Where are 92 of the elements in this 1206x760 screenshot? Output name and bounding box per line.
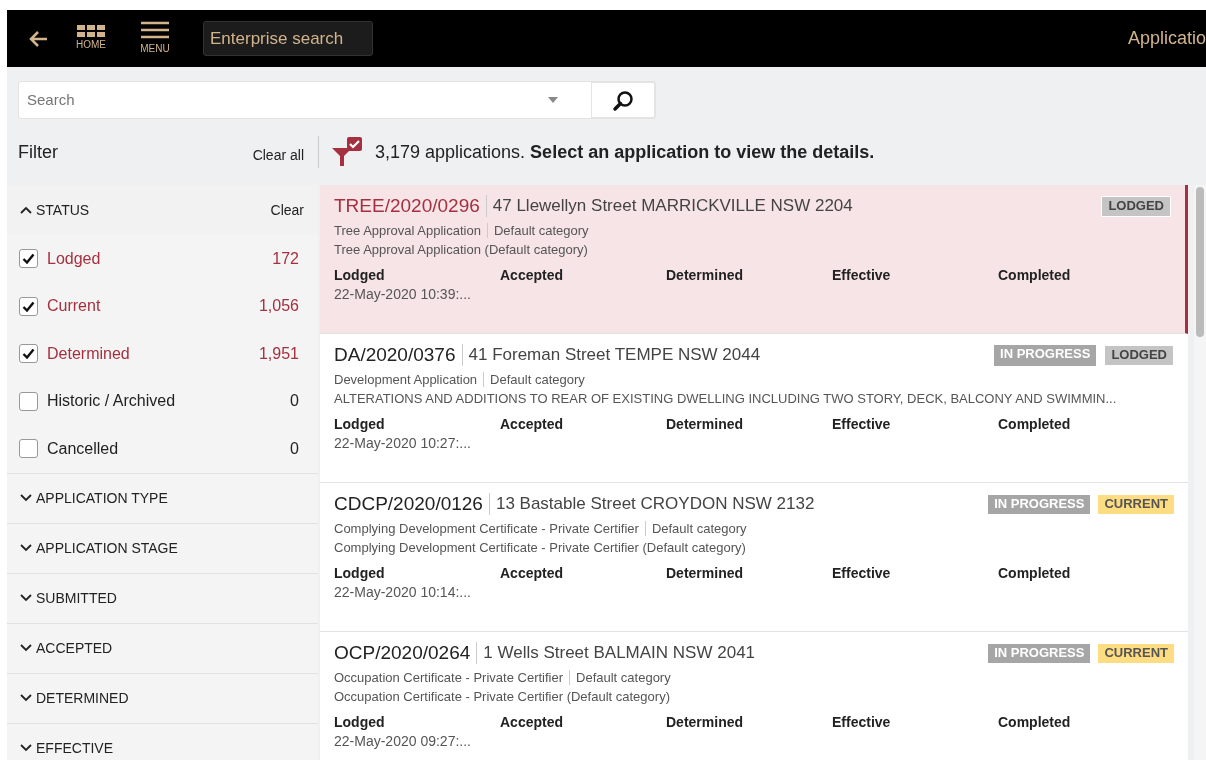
date-value: 22-May-2020 10:39:... bbox=[334, 284, 472, 303]
date-value: 22-May-2020 09:27:... bbox=[334, 731, 472, 750]
filter-group-header[interactable]: EFFECTIVE bbox=[19, 737, 113, 759]
date-label: Accepted bbox=[500, 564, 565, 583]
menu-icon bbox=[141, 21, 169, 41]
date-label: Lodged bbox=[334, 415, 386, 434]
application-id: TREE/2020/0296 bbox=[334, 194, 480, 218]
filter-group-header[interactable]: ACCEPTED bbox=[19, 637, 113, 659]
option-count: 0 bbox=[290, 438, 299, 459]
date-label: Determined bbox=[666, 713, 745, 732]
option-count: 0 bbox=[290, 391, 299, 412]
checkbox-label[interactable]: Current bbox=[47, 294, 101, 319]
checkbox-label[interactable]: Lodged bbox=[47, 246, 101, 271]
date-label: Completed bbox=[998, 266, 1072, 285]
date-label: Completed bbox=[998, 564, 1072, 583]
application-category: Default category bbox=[483, 371, 585, 387]
filter-title: Filter bbox=[18, 140, 58, 164]
application-id: OCP/2020/0264 bbox=[334, 641, 471, 665]
option-count: 1,951 bbox=[258, 343, 299, 364]
scrollbar[interactable] bbox=[1194, 185, 1206, 760]
date-label: Effective bbox=[832, 713, 892, 732]
results-summary: 3,179 applications. Select an application to view the details. bbox=[375, 140, 875, 164]
application-type: Occupation Certificate - Private Certifier bbox=[334, 669, 564, 685]
filter-group-header[interactable]: APPLICATION TYPE bbox=[19, 487, 168, 509]
home-button[interactable]: HOME bbox=[59, 25, 123, 52]
status-tag: CURRENT bbox=[1098, 494, 1174, 514]
checkbox[interactable] bbox=[19, 296, 38, 316]
date-label: Lodged bbox=[334, 564, 386, 583]
search-button[interactable] bbox=[591, 82, 655, 118]
application-description: Complying Development Certificate - Private Certifier (Default category) bbox=[334, 539, 747, 557]
filter-group-header[interactable]: DETERMINED bbox=[19, 687, 129, 709]
search-icon bbox=[612, 89, 634, 112]
application-address: 1 Wells Street BALMAIN NSW 2041 bbox=[476, 642, 756, 665]
search-bar[interactable]: Search bbox=[18, 81, 656, 119]
checkbox-label[interactable]: Cancelled bbox=[47, 436, 119, 461]
checkbox[interactable] bbox=[19, 344, 38, 364]
back-arrow-icon bbox=[29, 29, 49, 48]
page-title: Applicatio bbox=[1127, 27, 1206, 50]
date-label: Effective bbox=[832, 564, 892, 583]
date-label: Lodged bbox=[334, 713, 386, 732]
clear-all-link[interactable]: Clear all bbox=[252, 144, 304, 166]
application-description: Tree Approval Application (Default category) bbox=[334, 241, 589, 259]
checkbox[interactable] bbox=[19, 391, 38, 411]
application-id: DA/2020/0376 bbox=[334, 343, 456, 367]
checkbox-label[interactable]: Determined bbox=[47, 341, 130, 366]
date-label: Effective bbox=[832, 415, 892, 434]
checkbox-label[interactable]: Historic / Archived bbox=[47, 389, 176, 414]
date-label: Accepted bbox=[500, 713, 565, 732]
date-label: Determined bbox=[666, 266, 745, 285]
menu-button[interactable]: MENU bbox=[123, 21, 187, 56]
option-count: 1,056 bbox=[258, 296, 299, 317]
date-label: Effective bbox=[832, 266, 892, 285]
grid-icon bbox=[77, 25, 105, 37]
status-tag: IN PROGRESS bbox=[994, 344, 1097, 366]
search-field[interactable]: Search bbox=[19, 88, 547, 112]
date-label: Completed bbox=[998, 713, 1072, 732]
date-value: 22-May-2020 10:14:... bbox=[334, 582, 472, 601]
application-address: 41 Foreman Street TEMPE NSW 2044 bbox=[461, 344, 761, 367]
status-tag: LODGED bbox=[1104, 344, 1174, 366]
application-type: Tree Approval Application bbox=[334, 222, 481, 238]
date-label: Accepted bbox=[500, 266, 565, 285]
date-label: Accepted bbox=[500, 415, 565, 434]
status-group-header[interactable]: STATUS bbox=[19, 199, 90, 221]
checkbox[interactable] bbox=[19, 249, 38, 269]
date-value: 22-May-2020 10:27:... bbox=[334, 433, 472, 452]
application-category: Default category bbox=[644, 520, 747, 536]
date-label: Determined bbox=[666, 415, 745, 434]
date-label: Completed bbox=[998, 415, 1072, 434]
option-count: 172 bbox=[272, 248, 299, 269]
status-tag: LODGED bbox=[1101, 195, 1171, 217]
filter-group-header[interactable]: APPLICATION STAGE bbox=[19, 537, 178, 559]
application-type: Complying Development Certificate - Private Certifier bbox=[334, 520, 639, 536]
dropdown-caret-icon[interactable] bbox=[547, 96, 559, 104]
date-label: Determined bbox=[666, 564, 745, 583]
date-label: Lodged bbox=[334, 266, 386, 285]
enterprise-search-button[interactable]: Enterprise search bbox=[203, 20, 373, 57]
application-card[interactable] bbox=[320, 185, 1188, 334]
application-category: Default category bbox=[569, 669, 671, 685]
status-tag: IN PROGRESS bbox=[988, 643, 1091, 663]
filter-group-header[interactable]: SUBMITTED bbox=[19, 587, 117, 609]
application-type: Development Application bbox=[334, 371, 478, 387]
application-category: Default category bbox=[486, 222, 589, 238]
application-address: 47 Llewellyn Street MARRICKVILLE NSW 2204 bbox=[485, 195, 853, 218]
application-address: 13 Bastable Street CROYDON NSW 2132 bbox=[488, 493, 815, 516]
clear-link[interactable]: Clear bbox=[270, 199, 304, 221]
status-tag: CURRENT bbox=[1098, 643, 1174, 663]
application-id: CDCP/2020/0126 bbox=[334, 492, 483, 516]
status-tag: IN PROGRESS bbox=[988, 494, 1091, 514]
application-description: ALTERATIONS AND ADDITIONS TO REAR OF EXISTING DWELLING INCLUDING TWO STORY, DECK, BALCONY AND SWIMMIN... bbox=[334, 390, 1118, 408]
checkbox[interactable] bbox=[19, 439, 38, 459]
application-description: Occupation Certificate - Private Certifier (Default category) bbox=[334, 688, 671, 706]
filter-check-icon bbox=[331, 136, 365, 168]
